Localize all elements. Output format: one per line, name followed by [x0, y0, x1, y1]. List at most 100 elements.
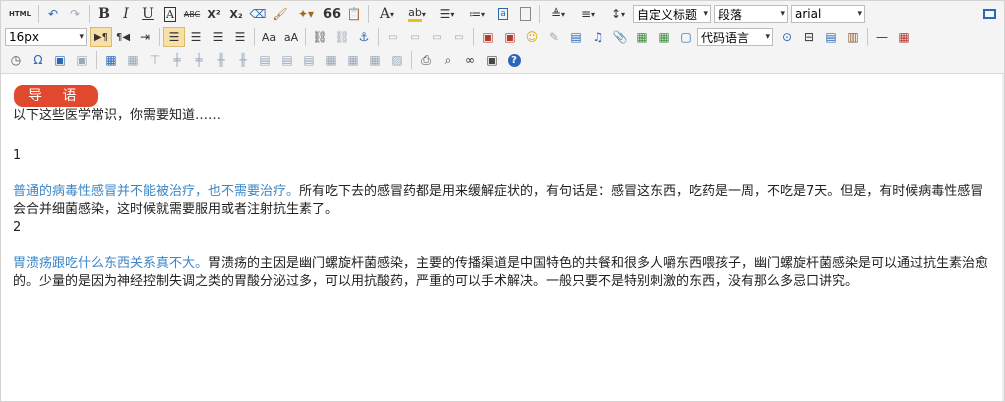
- unlink-button[interactable]: ⛓: [331, 27, 353, 47]
- custom-heading-select[interactable]: 自定义标题 ▾: [633, 5, 711, 23]
- template-icon: ⊙: [781, 30, 793, 44]
- help-icon: ?: [507, 53, 521, 67]
- word-image-button[interactable]: ▥: [842, 27, 864, 47]
- music-button[interactable]: ♫: [587, 27, 609, 47]
- template-button[interactable]: ⊙: [776, 27, 798, 47]
- background-button[interactable]: ▤: [820, 27, 842, 47]
- pagebreak-button[interactable]: ⊟: [798, 27, 820, 47]
- split-cols-button[interactable]: ▦: [364, 50, 386, 70]
- print-preview-button[interactable]: ▣: [71, 50, 93, 70]
- blockquote-button[interactable]: 66: [321, 4, 343, 24]
- table-icon: ▦: [105, 53, 117, 67]
- subscript-button[interactable]: X₂: [225, 4, 247, 24]
- format-brush-button[interactable]: 🖌: [269, 4, 291, 24]
- lowercase-button[interactable]: aA: [280, 27, 302, 47]
- editor-content[interactable]: 导 语 以下这些医学常识，你需要知道…… 1 普通的病毒性感冒并不能被治疗，也不…: [1, 74, 1004, 401]
- code-language-select[interactable]: 代码语言 ▾: [697, 28, 773, 46]
- image-center-button[interactable]: ▭: [448, 27, 470, 47]
- horizontal-rule-button[interactable]: —: [871, 27, 893, 47]
- link-button[interactable]: ⛓: [309, 27, 331, 47]
- scrawl-button[interactable]: ✎: [543, 27, 565, 47]
- rtl-direction-button[interactable]: ¶◀: [112, 27, 134, 47]
- line-height-button[interactable]: ↕ ▾: [603, 4, 633, 24]
- insert-frame-button[interactable]: ▢: [675, 27, 697, 47]
- gmap-button[interactable]: ▦: [653, 27, 675, 47]
- delete-col-button[interactable]: ╫: [232, 50, 254, 70]
- insert-row-icon: ╪: [173, 53, 181, 67]
- print-button[interactable]: ⎙: [415, 50, 437, 70]
- italic-button[interactable]: I: [115, 4, 137, 24]
- row-spacing-top-button[interactable]: ≜ ▾: [543, 4, 573, 24]
- insert-paragraph-before-table-button[interactable]: ⊤: [144, 50, 166, 70]
- merge-right-button[interactable]: ▤: [276, 50, 298, 70]
- image-left-button[interactable]: ▭: [404, 27, 426, 47]
- uppercase-button[interactable]: Aa: [258, 27, 280, 47]
- merge-down-button[interactable]: ▤: [298, 50, 320, 70]
- map-button[interactable]: ▦: [631, 27, 653, 47]
- drafts-button[interactable]: ▣: [481, 50, 503, 70]
- drafts-icon: ▣: [486, 53, 498, 67]
- fullscreen-button[interactable]: [978, 4, 1000, 24]
- simple-upload-button[interactable]: ▣: [477, 27, 499, 47]
- delete-table-button[interactable]: ▦: [122, 50, 144, 70]
- merge-cells-button[interactable]: ▤: [254, 50, 276, 70]
- ltr-direction-button[interactable]: ▶¶: [90, 27, 112, 47]
- highlight-color-button[interactable]: ab ▾: [402, 4, 432, 24]
- insert-video-button[interactable]: ▤: [565, 27, 587, 47]
- ordered-list-button[interactable]: ☰ ▾: [432, 4, 462, 24]
- insert-table-button[interactable]: ▦: [100, 50, 122, 70]
- special-chars-button[interactable]: Ω: [27, 50, 49, 70]
- auto-format-button[interactable]: ✦▾: [291, 4, 321, 24]
- align-right-button[interactable]: ☰: [207, 27, 229, 47]
- align-justify-button[interactable]: ☰: [229, 27, 251, 47]
- align-center-button[interactable]: ☰: [185, 27, 207, 47]
- indent-button[interactable]: ⇥: [134, 27, 156, 47]
- scrawl-icon: ✎: [548, 30, 560, 44]
- row-spacing-bottom-button[interactable]: ≡ ▾: [573, 4, 603, 24]
- font-family-select[interactable]: arial ▾: [791, 5, 865, 23]
- paragraph-select[interactable]: 段落 ▾: [714, 5, 788, 23]
- font-border-button[interactable]: A: [159, 4, 181, 24]
- anchor-button[interactable]: ⚓: [353, 27, 375, 47]
- superscript-button[interactable]: X²: [203, 4, 225, 24]
- bold-button[interactable]: B: [93, 4, 115, 24]
- redo-button[interactable]: ↷: [64, 4, 86, 24]
- select-all-button[interactable]: a: [492, 4, 514, 24]
- find-button[interactable]: ∞: [459, 50, 481, 70]
- paragraph-1: 普通的病毒性感冒并不能被治疗，也不需要治疗。所有吃下去的感冒药都是用来缓解症状的…: [13, 183, 992, 219]
- eraser-button[interactable]: ⌫: [247, 4, 269, 24]
- preview-button[interactable]: ⌕: [437, 50, 459, 70]
- html-source-button[interactable]: HTML: [5, 4, 35, 24]
- scrollbar[interactable]: [1002, 74, 1004, 401]
- strikethrough-button[interactable]: ABC: [181, 4, 203, 24]
- font-size-select[interactable]: 16px ▾: [5, 28, 87, 46]
- help-button[interactable]: ?: [503, 50, 525, 70]
- image-right-button[interactable]: ▭: [426, 27, 448, 47]
- clear-doc-button[interactable]: [514, 4, 536, 24]
- chart-button[interactable]: ▨: [386, 50, 408, 70]
- insert-row-button[interactable]: ╪: [166, 50, 188, 70]
- time-button[interactable]: ◷: [5, 50, 27, 70]
- align-left-button[interactable]: ☰: [163, 27, 185, 47]
- eraser-icon: ⌫: [249, 7, 267, 21]
- unordered-list-icon: ≔: [468, 7, 481, 21]
- unordered-list-button[interactable]: ≔ ▾: [462, 4, 492, 24]
- split-rows-button[interactable]: ▦: [342, 50, 364, 70]
- paste-plain-button[interactable]: 📋: [343, 4, 365, 24]
- align-center-icon: ☰: [190, 30, 202, 44]
- image-none-button[interactable]: ▭: [382, 27, 404, 47]
- emotion-button[interactable]: ☺: [521, 27, 543, 47]
- printer-icon: ⎙: [421, 52, 431, 67]
- split-cells-button[interactable]: ▦: [320, 50, 342, 70]
- font-color-button[interactable]: A ▾: [372, 4, 402, 24]
- undo-button[interactable]: ↶: [42, 4, 64, 24]
- insert-image-button[interactable]: ▣: [499, 27, 521, 47]
- search-replace-button[interactable]: ▣: [49, 50, 71, 70]
- attachment-button[interactable]: 📎: [609, 27, 631, 47]
- delete-row-button[interactable]: ╪: [188, 50, 210, 70]
- underline-button[interactable]: U: [137, 4, 159, 24]
- date-button[interactable]: ▦: [893, 27, 915, 47]
- preview-icon: ▣: [76, 53, 88, 67]
- chevron-down-icon: ▾: [857, 9, 862, 19]
- insert-col-button[interactable]: ╫: [210, 50, 232, 70]
